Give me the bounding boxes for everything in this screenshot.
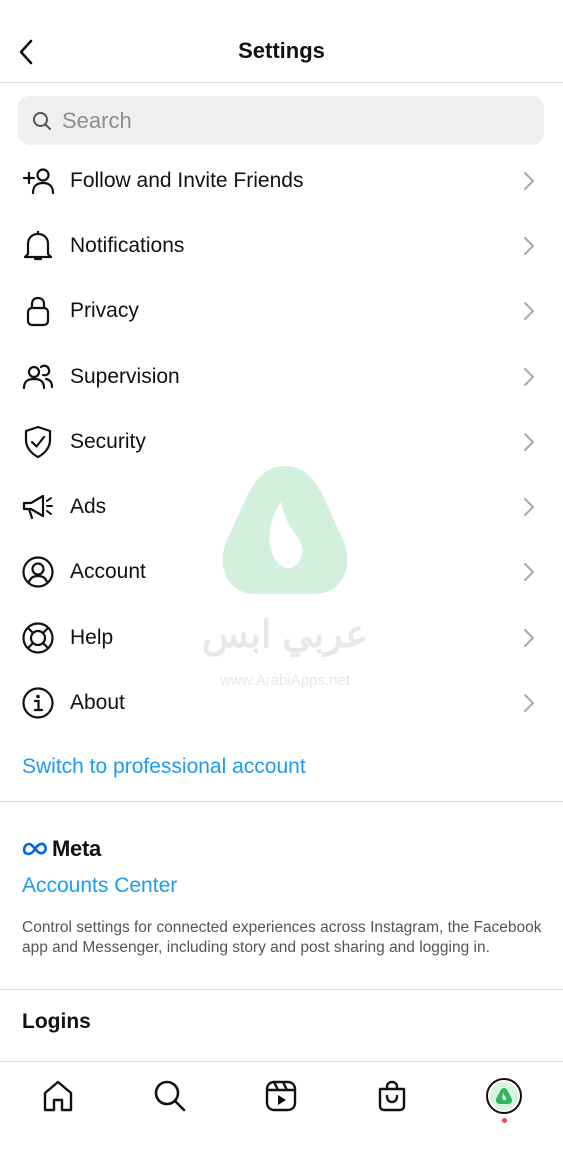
divider	[0, 801, 563, 802]
tab-shop[interactable]	[372, 1076, 412, 1116]
menu-item-notifications[interactable]: Notifications	[0, 213, 563, 278]
chevron-right-icon	[523, 497, 537, 517]
meta-logo: Meta	[22, 836, 101, 862]
menu-label: Account	[70, 560, 146, 584]
chevron-right-icon	[523, 562, 537, 582]
search-input[interactable]	[62, 107, 502, 134]
chevron-right-icon	[523, 432, 537, 452]
tab-home[interactable]	[38, 1076, 78, 1116]
chevron-right-icon	[523, 301, 537, 321]
menu-item-privacy[interactable]: Privacy	[0, 279, 563, 344]
switch-professional-link[interactable]: Switch to professional account	[22, 755, 306, 779]
chevron-right-icon	[523, 693, 537, 713]
menu-item-supervision[interactable]: Supervision	[0, 344, 563, 409]
add-person-icon	[20, 163, 56, 199]
menu-label: Supervision	[70, 364, 180, 388]
reels-icon	[265, 1080, 297, 1112]
menu-label: Follow and Invite Friends	[70, 168, 304, 192]
search-icon	[154, 1080, 186, 1112]
menu-item-security[interactable]: Security	[0, 409, 563, 474]
avatar-logo	[490, 1082, 518, 1110]
logins-heading: Logins	[22, 1010, 91, 1033]
tab-search[interactable]	[150, 1076, 190, 1116]
bottom-tab-bar	[0, 1061, 563, 1153]
chevron-right-icon	[523, 628, 537, 648]
lifebuoy-icon	[20, 620, 56, 656]
tab-reels[interactable]	[261, 1076, 301, 1116]
search-icon	[33, 111, 51, 130]
header-bar: Settings	[0, 0, 563, 83]
chevron-right-icon	[523, 236, 537, 256]
settings-menu: Follow and Invite Friends Notifications …	[0, 148, 563, 736]
shop-icon	[378, 1080, 406, 1112]
user-circle-icon	[20, 554, 56, 590]
bell-icon	[20, 228, 56, 264]
menu-item-account[interactable]: Account	[0, 540, 563, 605]
menu-label: Notifications	[70, 233, 185, 257]
menu-item-help[interactable]: Help	[0, 605, 563, 670]
menu-item-ads[interactable]: Ads	[0, 474, 563, 539]
notification-dot	[502, 1118, 507, 1123]
shield-check-icon	[20, 424, 56, 460]
app-logo-icon	[495, 1088, 513, 1104]
lock-icon	[20, 293, 56, 329]
menu-label: Help	[70, 625, 114, 649]
chevron-right-icon	[523, 171, 537, 191]
accounts-center-link[interactable]: Accounts Center	[22, 874, 177, 898]
meta-infinity-icon	[22, 842, 47, 856]
menu-label: Privacy	[70, 299, 139, 323]
menu-item-follow-invite[interactable]: Follow and Invite Friends	[0, 148, 563, 213]
info-icon	[20, 685, 56, 721]
search-bar[interactable]	[18, 96, 544, 145]
menu-label: Ads	[70, 495, 107, 519]
home-icon	[43, 1080, 73, 1112]
menu-item-about[interactable]: About	[0, 670, 563, 735]
meta-description: Control settings for connected experienc…	[22, 919, 542, 956]
divider	[0, 989, 563, 990]
profile-avatar	[486, 1078, 522, 1114]
people-icon	[20, 359, 56, 395]
menu-label: About	[70, 691, 125, 715]
menu-label: Security	[70, 429, 146, 453]
meta-logo-text: Meta	[52, 836, 101, 861]
megaphone-icon	[20, 489, 56, 525]
page-title: Settings	[238, 38, 325, 63]
chevron-right-icon	[523, 367, 537, 387]
tab-profile[interactable]	[484, 1076, 524, 1116]
